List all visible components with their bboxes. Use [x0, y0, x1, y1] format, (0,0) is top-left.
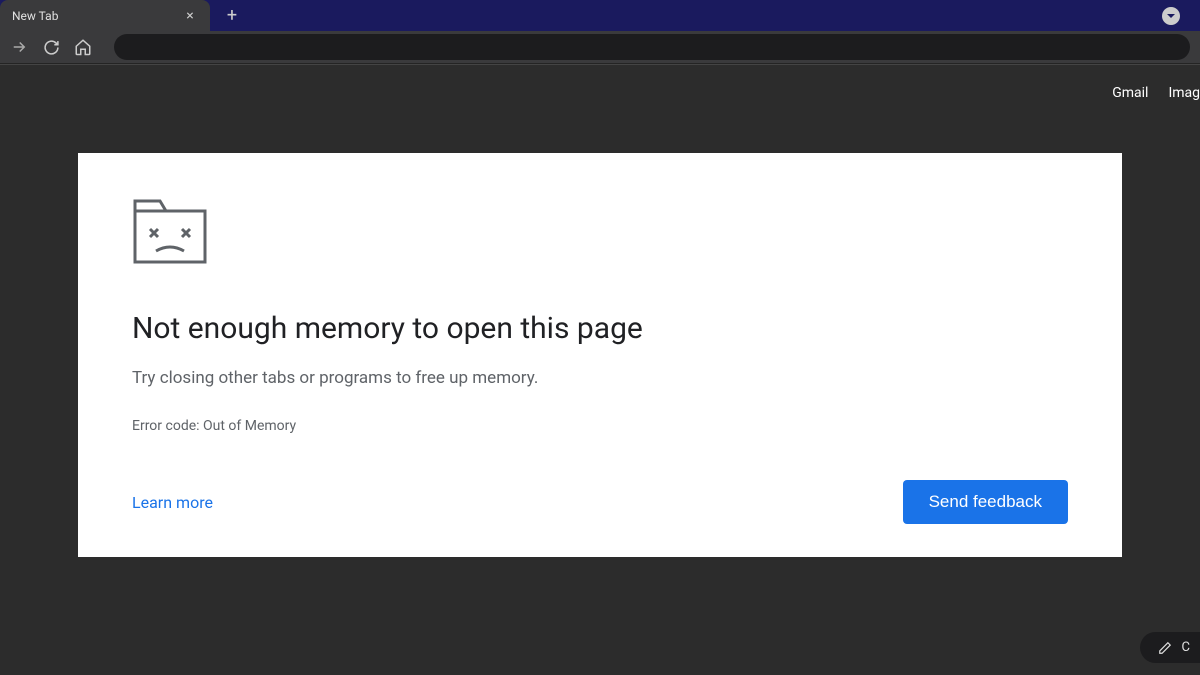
- address-bar[interactable]: [114, 34, 1190, 60]
- error-title: Not enough memory to open this page: [132, 311, 1068, 346]
- error-panel: Not enough memory to open this page Try …: [78, 153, 1122, 557]
- customize-label: C: [1182, 640, 1190, 655]
- home-icon[interactable]: [74, 38, 92, 56]
- browser-toolbar: [0, 31, 1200, 64]
- customize-button[interactable]: C: [1140, 632, 1200, 663]
- window-titlebar: New Tab × +: [0, 0, 1200, 31]
- close-tab-icon[interactable]: ×: [182, 8, 198, 24]
- forward-icon[interactable]: [10, 38, 28, 56]
- browser-tab[interactable]: New Tab ×: [0, 0, 210, 31]
- error-code: Error code: Out of Memory: [132, 418, 1068, 434]
- reload-icon[interactable]: [42, 38, 60, 56]
- send-feedback-button[interactable]: Send feedback: [903, 480, 1068, 524]
- images-link[interactable]: Imag: [1168, 85, 1200, 101]
- error-actions: Learn more Send feedback: [132, 480, 1068, 524]
- sad-folder-icon: [132, 197, 208, 265]
- new-tab-button[interactable]: +: [222, 6, 242, 26]
- error-description: Try closing other tabs or programs to fr…: [132, 368, 1068, 388]
- profile-menu-icon[interactable]: [1162, 7, 1180, 25]
- pencil-icon: [1158, 641, 1172, 655]
- page-content: Gmail Imag Not enough memory to open thi…: [0, 64, 1200, 675]
- shortcut-links: Gmail Imag: [1112, 85, 1200, 101]
- learn-more-link[interactable]: Learn more: [132, 493, 213, 512]
- gmail-link[interactable]: Gmail: [1112, 85, 1148, 101]
- tab-title: New Tab: [12, 9, 174, 23]
